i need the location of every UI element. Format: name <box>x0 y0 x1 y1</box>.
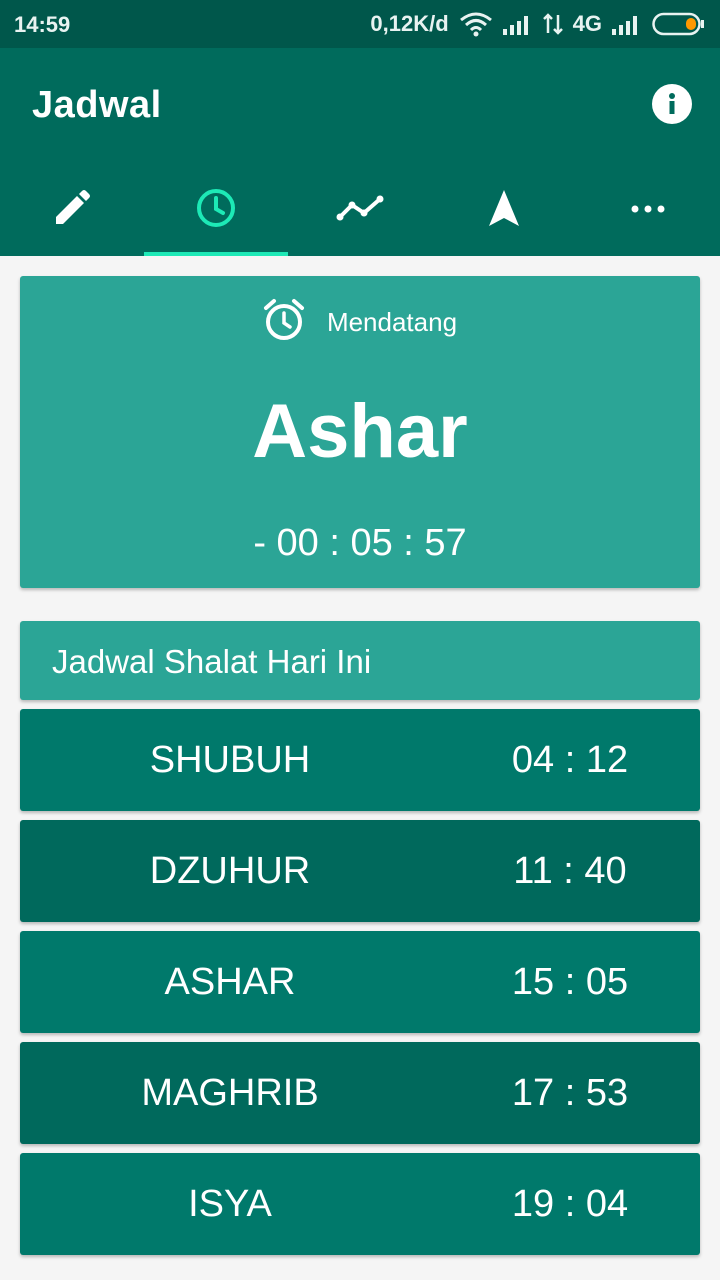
schedule-title: Jadwal Shalat Hari Ini <box>52 643 372 680</box>
alarm-icon <box>263 298 305 347</box>
wifi-icon <box>459 11 493 37</box>
tab-trend[interactable] <box>288 164 432 256</box>
prayer-name: ASHAR <box>164 961 296 1003</box>
clock-icon <box>195 187 237 234</box>
battery-icon <box>652 12 706 36</box>
app-title: Jadwal <box>32 84 162 126</box>
tab-direction[interactable] <box>432 164 576 256</box>
prayer-name: MAGHRIB <box>141 1072 319 1114</box>
prayer-time: 04 : 12 <box>511 739 629 781</box>
tab-edit[interactable] <box>0 164 144 256</box>
trend-icon <box>336 193 384 228</box>
upcoming-prayer-name: Ashar <box>252 389 468 474</box>
prayer-row-shubuh: SHUBUH 04 : 12 <box>20 709 700 811</box>
tab-bar <box>0 164 720 256</box>
prayer-row-isya: ISYA 19 : 04 <box>20 1153 700 1255</box>
more-icon <box>630 201 666 219</box>
prayer-time: 15 : 05 <box>511 961 629 1003</box>
status-icons: 0,12K/d 4G <box>370 11 706 37</box>
tab-schedule[interactable] <box>144 164 288 256</box>
prayer-name: ISYA <box>188 1183 272 1225</box>
prayer-name: SHUBUH <box>149 739 311 781</box>
tab-indicator <box>144 252 288 256</box>
status-bar: 14:59 0,12K/d 4G <box>0 0 720 48</box>
upcoming-header: Mendatang <box>20 298 700 347</box>
schedule-header: Jadwal Shalat Hari Ini <box>20 621 700 700</box>
upcoming-label: Mendatang <box>326 307 458 337</box>
prayer-time: 11 : 40 <box>513 850 627 892</box>
signal-icon-2 <box>612 13 642 35</box>
status-time: 14:59 <box>14 12 71 37</box>
prayer-time: 17 : 53 <box>511 1072 629 1114</box>
countdown-timer: - 00 : 05 : 57 <box>253 522 467 564</box>
prayer-row-maghrib: MAGHRIB 17 : 53 <box>20 1042 700 1144</box>
data-transfer-icon <box>542 13 563 35</box>
prayer-name: DZUHUR <box>149 850 311 892</box>
tab-more[interactable] <box>576 164 720 256</box>
signal-icon <box>502 13 533 35</box>
prayer-row-dzuhur: DZUHUR 11 : 40 <box>20 820 700 922</box>
pencil-icon <box>52 188 92 233</box>
bottom-spacer <box>0 1268 720 1280</box>
network-speed: 0,12K/d <box>370 11 449 36</box>
prayer-time: 19 : 04 <box>511 1183 629 1225</box>
network-type: 4G <box>572 11 602 36</box>
navigation-arrow-icon <box>486 188 522 233</box>
upcoming-card: Mendatang Ashar - 00 : 05 : 57 <box>20 276 700 588</box>
prayer-row-ashar: ASHAR 15 : 05 <box>20 931 700 1033</box>
app-bar: Jadwal <box>0 48 720 256</box>
info-icon[interactable] <box>652 84 692 124</box>
